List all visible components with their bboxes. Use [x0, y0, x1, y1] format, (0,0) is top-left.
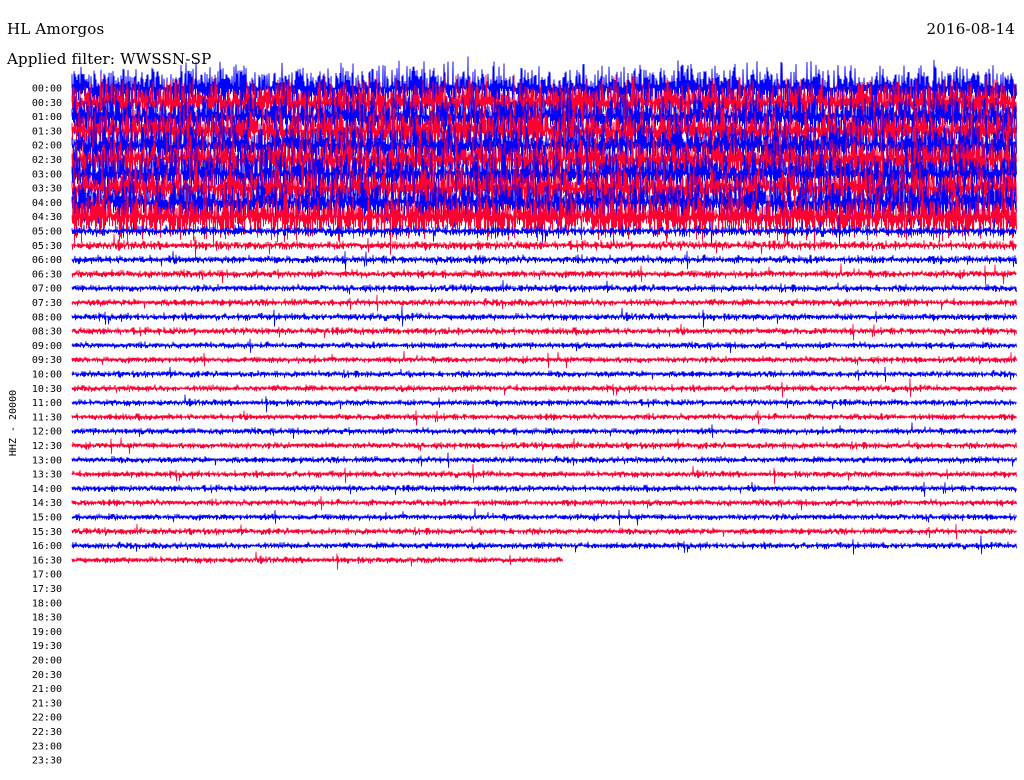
time-tick-label: 14:30	[32, 498, 62, 509]
time-tick-label: 16:30	[32, 555, 62, 566]
time-tick-label: 17:30	[32, 584, 62, 595]
seismic-trace-1100	[71, 394, 1017, 413]
helicorder-plot: 00:00 00:30 01:00 01:30 02:00 02:30 03:00 03:30…	[8, 56, 1017, 767]
seismic-trace-1300	[71, 452, 1017, 468]
seismic-trace-0800	[71, 305, 1017, 328]
time-tick-label: 07:00	[32, 284, 62, 295]
time-tick-label: 01:00	[32, 112, 62, 123]
time-tick-label: 23:30	[32, 756, 62, 767]
time-tick-label: 12:30	[32, 441, 62, 452]
time-tick-label: 15:00	[32, 513, 62, 524]
time-tick-label: 02:00	[32, 141, 62, 152]
time-tick-label: 16:00	[32, 541, 62, 552]
time-tick-label: 06:30	[32, 269, 62, 280]
seismic-trace-1000	[71, 366, 1017, 383]
time-tick-label: 18:00	[32, 598, 62, 609]
time-tick-label: 10:30	[32, 384, 62, 395]
seismic-trace-1600	[71, 535, 1017, 555]
seismic-trace-0700	[71, 280, 1017, 295]
seismic-trace-1330	[71, 463, 1017, 484]
seismic-trace-1630	[71, 551, 563, 570]
time-axis: 00:00 00:30 01:00 01:30 02:00 02:30 03:00 03:30…	[32, 84, 62, 767]
time-tick-label: 10:00	[32, 370, 62, 381]
seismic-trace-1030	[71, 378, 1017, 398]
time-tick-label: 05:00	[32, 227, 62, 238]
time-tick-label: 19:00	[32, 627, 62, 638]
time-tick-label: 20:00	[32, 656, 62, 667]
time-tick-label: 11:00	[32, 398, 62, 409]
time-tick-label: 15:30	[32, 527, 62, 538]
time-tick-label: 22:00	[32, 713, 62, 724]
time-tick-label: 05:30	[32, 241, 62, 252]
time-tick-label: 12:00	[32, 427, 62, 438]
filter-label: Applied filter: WWSSN-SP	[7, 50, 212, 68]
seismic-trace-1430	[71, 496, 1017, 511]
time-tick-label: 03:00	[32, 169, 62, 180]
time-tick-label: 01:30	[32, 126, 62, 137]
time-tick-label: 19:30	[32, 641, 62, 652]
seismic-trace-1500	[71, 508, 1017, 526]
seismic-trace-0730	[71, 294, 1017, 312]
time-tick-label: 08:30	[32, 327, 62, 338]
trace-group	[71, 56, 1017, 570]
time-tick-label: 22:30	[32, 727, 62, 738]
time-tick-label: 09:00	[32, 341, 62, 352]
y-axis-label: HHZ - 20000	[8, 390, 19, 456]
time-tick-label: 08:00	[32, 312, 62, 323]
time-tick-label: 13:30	[32, 470, 62, 481]
time-tick-label: 02:30	[32, 155, 62, 166]
seismic-trace-1530	[71, 523, 1017, 540]
time-tick-label: 21:00	[32, 684, 62, 695]
time-tick-label: 20:30	[32, 670, 62, 681]
seismic-trace-1200	[71, 422, 1017, 439]
seismic-trace-0630	[71, 263, 1017, 285]
time-tick-label: 21:30	[32, 698, 62, 709]
time-tick-label: 07:30	[32, 298, 62, 309]
time-tick-label: 03:30	[32, 184, 62, 195]
seismic-trace-1230	[71, 437, 1017, 455]
seismic-trace-1130	[71, 410, 1017, 426]
time-tick-label: 23:00	[32, 741, 62, 752]
time-tick-label: 04:00	[32, 198, 62, 209]
time-tick-label: 00:00	[32, 84, 62, 95]
seismic-trace-0830	[71, 323, 1017, 341]
seismic-trace-0900	[71, 338, 1017, 354]
time-tick-label: 09:30	[32, 355, 62, 366]
time-tick-label: 00:30	[32, 98, 62, 109]
time-tick-label: 14:00	[32, 484, 62, 495]
seismic-trace-0600	[71, 250, 1017, 271]
time-tick-label: 04:30	[32, 212, 62, 223]
time-tick-label: 06:00	[32, 255, 62, 266]
seismic-trace-1400	[71, 481, 1017, 497]
time-tick-label: 11:30	[32, 412, 62, 423]
seismic-trace-0930	[71, 350, 1017, 369]
time-tick-label: 18:30	[32, 613, 62, 624]
time-tick-label: 17:00	[32, 570, 62, 581]
time-tick-label: 13:00	[32, 455, 62, 466]
